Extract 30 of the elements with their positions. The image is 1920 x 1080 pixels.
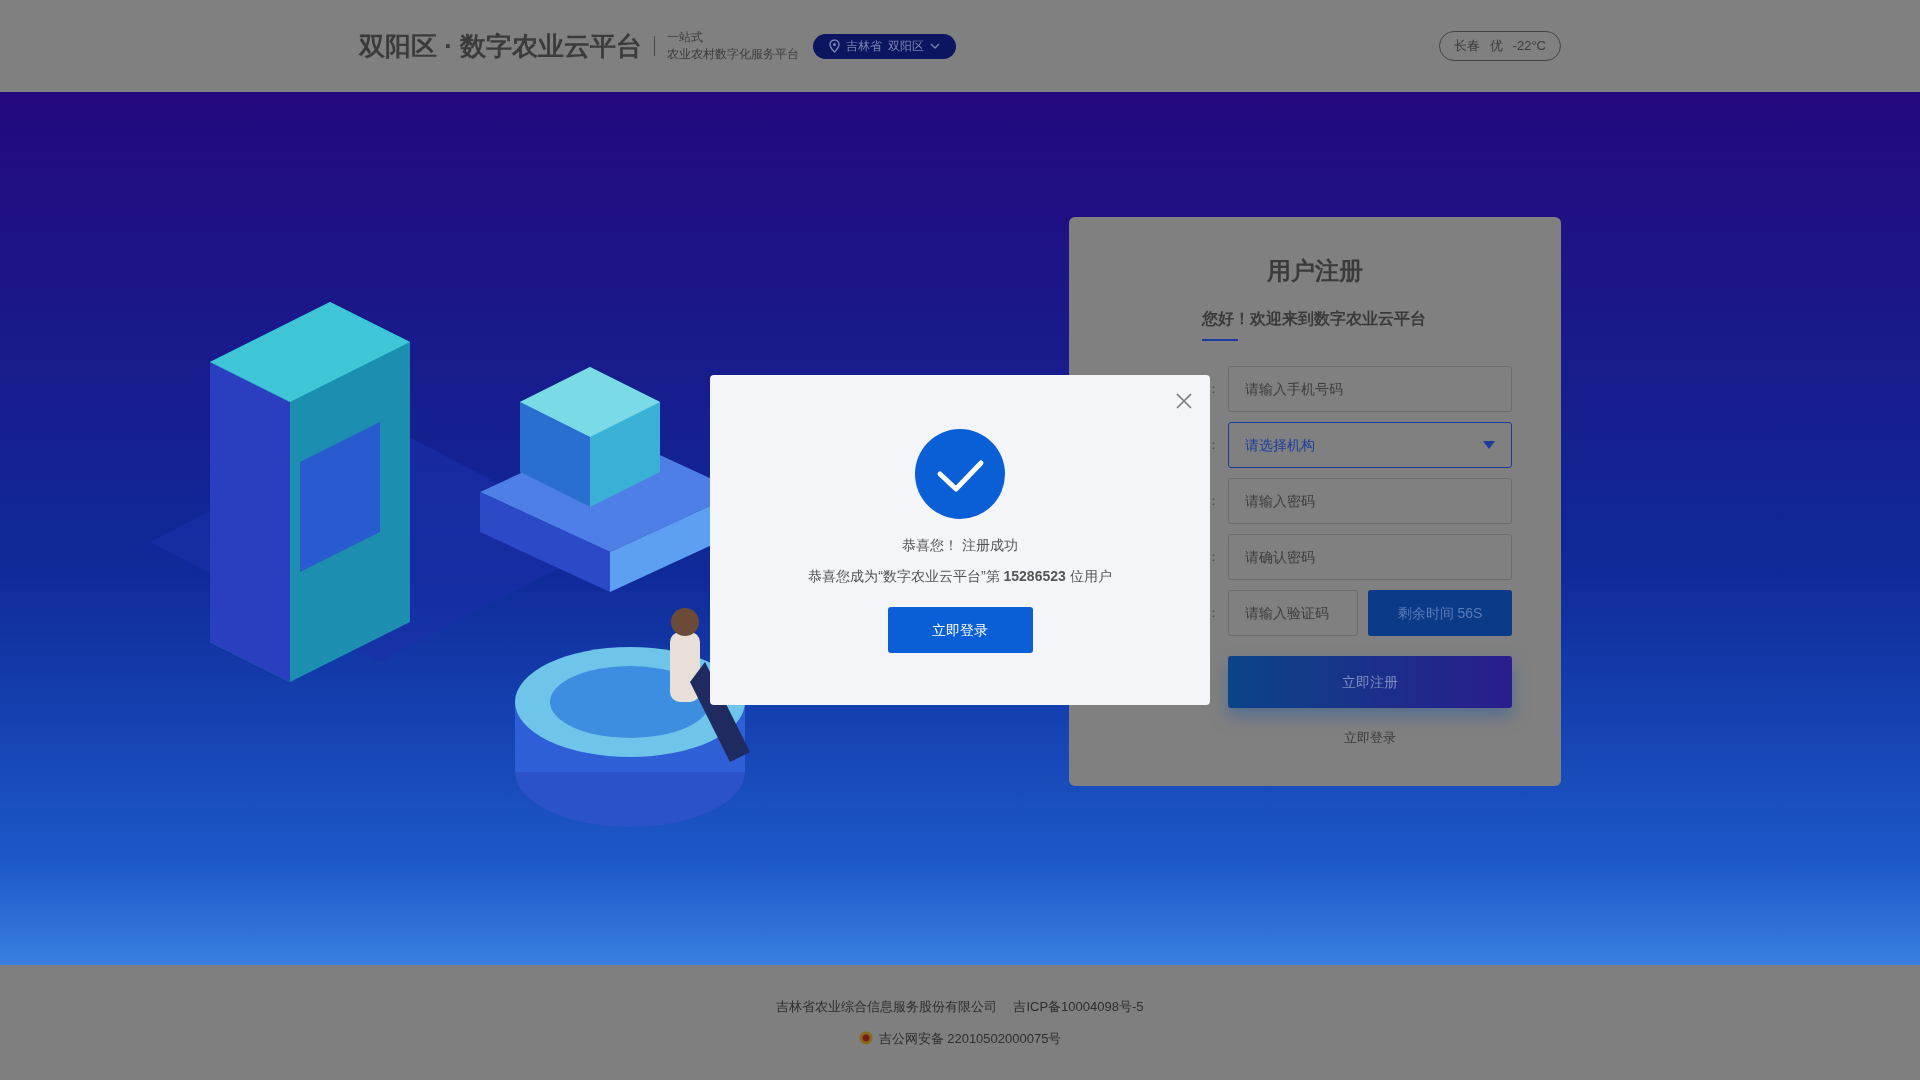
close-icon[interactable] [1176, 393, 1192, 409]
police-badge-icon [858, 1031, 873, 1046]
register-button[interactable]: 立即注册 [1228, 656, 1512, 708]
tagline-text: 农业农村数字化服务平台 [667, 46, 800, 63]
check-circle-icon [915, 429, 1005, 519]
login-link[interactable]: 立即登录 [1228, 728, 1512, 748]
location-selector[interactable]: 吉林省 双阳区 [813, 33, 957, 59]
success-title: 恭喜您！ 注册成功 [902, 536, 1018, 555]
field-colon: ： [1207, 380, 1220, 399]
input-field[interactable]: 请输入手机号码 [1228, 366, 1512, 412]
input-field[interactable]: 请确认密码 [1228, 534, 1512, 580]
caret-icon [1483, 441, 1495, 449]
select-field[interactable]: 请选择机构 [1228, 422, 1512, 468]
field-colon: ： [1207, 492, 1220, 511]
input-field[interactable]: 请输入密码 [1228, 478, 1512, 524]
success-message: 恭喜您成为“数字农业云平台”第 15286523 位用户 [808, 567, 1112, 586]
login-button[interactable]: 立即登录 [887, 607, 1033, 653]
countdown-button[interactable]: 剩余时间 56S [1368, 590, 1512, 636]
site-title: 双阳区 · 数字农业云平台 [359, 29, 643, 63]
card-title: 用户注册 [1266, 256, 1364, 286]
field-colon: ： [1207, 436, 1220, 455]
field-colon: ： [1207, 548, 1220, 567]
location-pin-icon [829, 39, 841, 53]
welcome-text: 您好！欢迎来到数字农业云平台 [1202, 309, 1426, 329]
company-name: 吉林省农业综合信息服务股份有限公司 [776, 998, 998, 1016]
input-field[interactable]: 请输入验证码 [1228, 590, 1358, 636]
icp-record: 吉ICP备10004098号-5 [1013, 998, 1144, 1016]
police-record: 吉公网安备 22010502000075号 [878, 1029, 1062, 1048]
field-colon: ： [1207, 604, 1220, 623]
chevron-down-icon [930, 43, 941, 49]
